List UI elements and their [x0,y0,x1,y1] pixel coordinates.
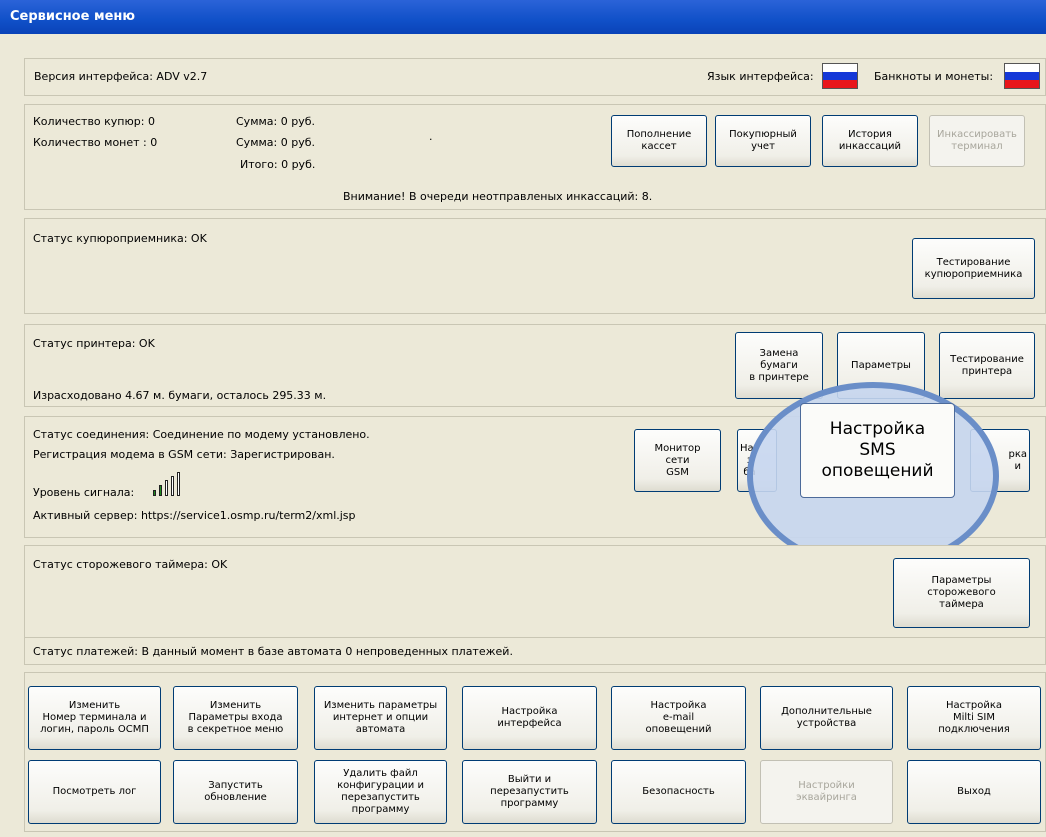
additional-devices-button[interactable]: Дополнительные устройства [760,686,893,750]
multi-sim-settings-button[interactable]: Настройка Milti SIM подключения [907,686,1041,750]
service-menu-window: Сервисное меню Версия интерфейса: ADV v2… [0,0,1046,837]
signal-strength-icon [153,472,193,496]
russian-flag-language-icon[interactable] [822,63,858,89]
exit-restart-button[interactable]: Выйти и перезапустить программу [462,760,597,824]
change-internet-options-button[interactable]: Изменить параметры интернет и опции авто… [314,686,447,750]
bill-accounting-button[interactable]: Покупюрный учет [715,115,811,167]
run-update-button[interactable]: Запустить обновление [173,760,298,824]
window-title: Сервисное меню [0,0,1046,34]
collect-terminal-button[interactable]: Инкассировать терминал [929,115,1025,167]
money-label: Банкноты и монеты: [874,70,994,83]
watchdog-params-button[interactable]: Параметры сторожевого таймера [893,558,1030,628]
security-button[interactable]: Безопасность [611,760,746,824]
stray-dot: . [429,130,433,143]
bottom-buttons-panel: Изменить Номер терминала и логин, пароль… [24,672,1046,832]
test-printer-button[interactable]: Тестирование принтера [939,332,1035,399]
bills-count: Количество купюр: 0 [33,115,155,128]
paper-usage: Израсходовано 4.67 м. бумаги, осталось 2… [33,389,327,402]
acquiring-settings-button[interactable]: Настройки эквайринга [760,760,893,824]
interface-version: Версия интерфейса: ADV v2.7 [34,70,208,83]
collection-history-button[interactable]: История инкассаций [822,115,918,167]
connection-status: Статус соединения: Соединение по модему … [33,428,370,441]
validator-panel: Статус купюроприемника: OK Тестирование … [24,218,1046,314]
collection-warning: Внимание! В очереди неотправленых инкасс… [343,190,653,203]
gsm-monitor-button[interactable]: Монитор сети GSM [634,429,721,492]
payments-panel: Статус платежей: В данный момент в базе … [24,637,1046,665]
sms-notifications-button[interactable]: Настройка SMS оповещений [800,403,955,498]
validator-status: Статус купюроприемника: OK [33,232,207,245]
change-terminal-login-button[interactable]: Изменить Номер терминала и логин, пароль… [28,686,161,750]
view-log-button[interactable]: Посмотреть лог [28,760,161,824]
replace-paper-button[interactable]: Замена бумаги в принтере [735,332,823,399]
gsm-registration: Регистрация модема в GSM сети: Зарегистр… [33,448,335,461]
change-secret-menu-params-button[interactable]: Изменить Параметры входа в секретное мен… [173,686,298,750]
watchdog-panel: Статус сторожевого таймера: OK Параметры… [24,545,1046,642]
header-panel: Версия интерфейса: ADV v2.7 Язык интерфе… [24,58,1046,96]
bills-sum: Сумма: 0 руб. [236,115,315,128]
active-server: Активный сервер: https://service1.osmp.r… [33,509,356,522]
coins-sum: Сумма: 0 руб. [236,136,315,149]
watchdog-status: Статус сторожевого таймера: OK [33,558,228,571]
language-label: Язык интерфейса: [707,70,814,83]
delete-config-restart-button[interactable]: Удалить файл конфигурации и перезапустит… [314,760,447,824]
cash-panel: Количество купюр: 0 Количество монет : 0… [24,104,1046,210]
coins-count: Количество монет : 0 [33,136,158,149]
printer-status: Статус принтера: OK [33,337,155,350]
interface-settings-button[interactable]: Настройка интерфейса [462,686,597,750]
test-validator-button[interactable]: Тестирование купюроприемника [912,238,1035,299]
russian-flag-money-icon[interactable] [1004,63,1040,89]
total-sum: Итого: 0 руб. [240,158,316,171]
refill-cassettes-button[interactable]: Пополнение кассет [611,115,707,167]
email-notifications-button[interactable]: Настройка e-mail оповещений [611,686,746,750]
payments-status: Статус платежей: В данный момент в базе … [33,645,513,658]
signal-label: Уровень сигнала: [33,486,135,499]
exit-button[interactable]: Выход [907,760,1041,824]
